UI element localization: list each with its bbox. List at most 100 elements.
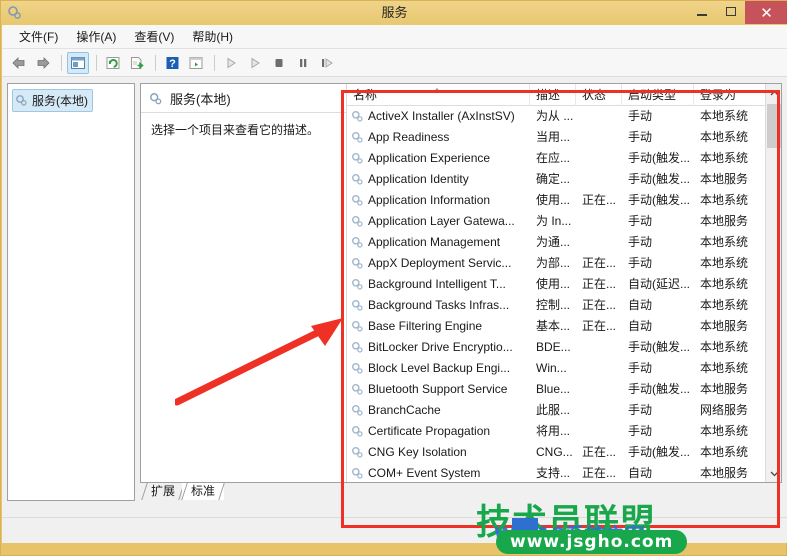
cell-startup-type: 手动(触发... [622,337,694,358]
table-row[interactable]: COM+ Event System支持...正在...自动本地服务 [347,463,760,482]
table-row[interactable]: CNG Key IsolationCNG...正在...手动(触发...本地系统 [347,442,760,463]
cell-status: 正在... [576,295,622,316]
cell-service-name: AppX Deployment Servic... [347,253,530,274]
vertical-scrollbar[interactable] [765,84,782,482]
cell-description: Blue... [530,379,576,400]
cell-service-name: Base Filtering Engine [347,316,530,337]
toolbar-separator [155,55,156,71]
table-row[interactable]: Block Level Backup Engi...Win...手动本地系统 [347,358,760,379]
table-row[interactable]: ActiveX Installer (AxInstSV)为从 ...手动本地系统 [347,106,760,127]
table-row[interactable]: AppX Deployment Servic...为部...正在...手动本地系… [347,253,760,274]
services-gear-icon [351,173,364,186]
main-content: 服务(本地) 服务(本地) 选择一个项目来查看它的描述。 [2,77,787,517]
column-status[interactable]: 状态 [576,84,622,106]
cell-log-on-as: 本地系统 [694,295,760,316]
cell-startup-type: 自动(延迟... [622,274,694,295]
forward-button[interactable] [32,52,54,74]
maximize-button[interactable] [716,1,745,22]
table-row[interactable]: Base Filtering Engine基本...正在...自动本地服务 [347,316,760,337]
services-gear-icon [351,257,364,270]
tab-extended[interactable]: 扩展 [142,483,184,500]
list-header: 名称 描述 状态 启动类型 登录为 [347,84,782,106]
export-list-button[interactable] [126,52,148,74]
scrollbar-thumb[interactable] [767,104,781,148]
chevron-down-icon[interactable] [766,465,782,482]
cell-description: 控制... [530,295,576,316]
cell-log-on-as: 本地系统 [694,232,760,253]
table-row[interactable]: BranchCache此服...手动网络服务 [347,400,760,421]
back-button[interactable] [8,52,30,74]
table-row[interactable]: Certificate Propagation将用...手动本地系统 [347,421,760,442]
cell-description: 在应... [530,148,576,169]
close-button[interactable]: ✕ [745,1,787,24]
restart-service-button[interactable] [244,52,266,74]
column-log-on-as[interactable]: 登录为 [694,84,760,106]
cell-log-on-as: 本地系统 [694,127,760,148]
tab-standard[interactable]: 标准 [182,483,224,500]
refresh-button[interactable] [102,52,124,74]
column-description[interactable]: 描述 [530,84,576,106]
column-startup-type[interactable]: 启动类型 [622,84,694,106]
menu-help[interactable]: 帮助(H) [183,27,242,47]
services-gear-icon [7,5,23,21]
cell-log-on-as: 本地系统 [694,148,760,169]
cell-startup-type: 手动 [622,358,694,379]
table-row[interactable]: Application Layer Gatewa...为 In...手动本地服务 [347,211,760,232]
cell-log-on-as: 本地系统 [694,106,760,127]
cell-log-on-as: 本地系统 [694,421,760,442]
toolbar-separator [214,55,215,71]
toolbar-separator [61,55,62,71]
cell-status [576,337,622,358]
menu-action[interactable]: 操作(A) [67,27,125,47]
toolbar: ? [2,49,787,77]
table-row[interactable]: BitLocker Drive Encryptio...BDE... 手动(触发.… [347,337,760,358]
cell-service-name: Background Intelligent T... [347,274,530,295]
cell-startup-type: 自动 [622,463,694,482]
properties-button[interactable] [185,52,207,74]
table-row[interactable]: Background Tasks Infras...控制...正在...自动本地… [347,295,760,316]
services-gear-icon [351,383,364,396]
cell-service-name: Application Information [347,190,530,211]
cell-startup-type: 手动(触发... [622,379,694,400]
cell-status [576,127,622,148]
services-gear-icon [351,446,364,459]
start-service-button[interactable] [220,52,242,74]
cell-service-name: Application Layer Gatewa... [347,211,530,232]
services-gear-icon [351,320,364,333]
services-gear-icon [351,362,364,375]
table-row[interactable]: App Readiness当用...手动本地系统 [347,127,760,148]
services-gear-icon [15,94,28,107]
cell-status: 正在... [576,442,622,463]
show-hide-tree-button[interactable] [67,52,89,74]
resume-service-button[interactable] [316,52,338,74]
menu-file[interactable]: 文件(F) [10,27,67,47]
column-name[interactable]: 名称 [347,84,530,106]
question-mark-icon[interactable]: ? [161,52,183,74]
pause-service-button[interactable] [292,52,314,74]
table-row[interactable]: Application Management为通...手动本地系统 [347,232,760,253]
services-gear-icon [351,131,364,144]
cell-log-on-as: 本地服务 [694,316,760,337]
cell-status [576,169,622,190]
table-row[interactable]: Background Intelligent T...使用...正在...自动(… [347,274,760,295]
chevron-up-icon[interactable] [766,84,782,101]
table-row[interactable]: Bluetooth Support ServiceBlue...手动(触发...… [347,379,760,400]
cell-description: 将用... [530,421,576,442]
view-tabs: 扩展 标准 [140,483,782,501]
menu-view[interactable]: 查看(V) [125,27,183,47]
table-row[interactable]: Application Experience在应...手动(触发...本地系统 [347,148,760,169]
cell-description: BDE... [530,337,576,358]
cell-service-name: BitLocker Drive Encryptio... [347,337,530,358]
minimize-button[interactable] [687,1,716,22]
results-pane-inner: 服务(本地) 选择一个项目来查看它的描述。 名称 描述 状态 启动类型 登录为 [140,83,782,483]
cell-status: 正在... [576,316,622,337]
sidebar-item-services-local[interactable]: 服务(本地) [12,89,93,112]
stop-service-button[interactable] [268,52,290,74]
services-window: 服务 ✕ 文件(F) 操作(A) 查看(V) 帮助(H) [0,0,787,556]
cell-startup-type: 手动(触发... [622,169,694,190]
cell-log-on-as: 本地服务 [694,211,760,232]
title-bar: 服务 ✕ [1,1,787,25]
table-row[interactable]: Application Identity确定...手动(触发...本地服务 [347,169,760,190]
table-row[interactable]: Application Information使用...正在...手动(触发..… [347,190,760,211]
services-gear-icon [149,92,162,105]
